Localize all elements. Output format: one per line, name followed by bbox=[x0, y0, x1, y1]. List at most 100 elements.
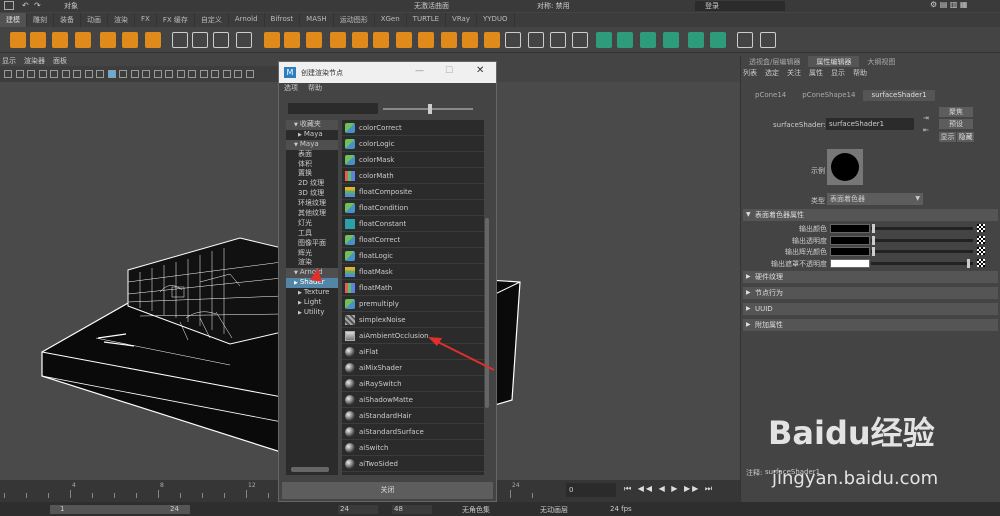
slider-handle[interactable] bbox=[967, 258, 970, 268]
playback-controls[interactable]: ⏮ ◀◀ ◀ ▶ ▶▶ ⏭ bbox=[624, 484, 714, 494]
fps-dropdown[interactable]: 24 fps bbox=[610, 505, 632, 513]
shelf-tool-icon[interactable] bbox=[75, 32, 91, 48]
node-item[interactable]: aiAmbientOcclusion bbox=[342, 328, 484, 344]
shelf-tab[interactable]: 自定义 bbox=[195, 13, 229, 27]
tree-item[interactable]: 辉光 bbox=[286, 249, 338, 259]
shelf-tool-icon[interactable] bbox=[710, 32, 726, 48]
node-item[interactable]: aiRaySwitch bbox=[342, 376, 484, 392]
anim-layer-dropdown[interactable]: 无动画层 bbox=[540, 505, 568, 515]
viewport-menu-item[interactable]: 显示 bbox=[2, 56, 16, 66]
search-input[interactable] bbox=[288, 103, 378, 114]
node-tab[interactable]: pCone14 bbox=[747, 90, 794, 101]
attr-slider[interactable] bbox=[871, 250, 973, 253]
viewport-menu-item[interactable]: 渲染器 bbox=[24, 56, 45, 66]
output-connection-icon[interactable]: ⇤ bbox=[923, 126, 929, 134]
map-button-icon[interactable] bbox=[977, 235, 985, 244]
editor-top-tab[interactable]: 透视盒/层编辑器 bbox=[741, 56, 808, 67]
viewport-tool-icon[interactable] bbox=[119, 70, 127, 78]
maximize-icon[interactable]: ☐ bbox=[445, 66, 453, 76]
tree-item[interactable]: 2D 纹理 bbox=[286, 179, 338, 189]
shelf-tool-icon[interactable] bbox=[688, 32, 704, 48]
save-icon[interactable] bbox=[4, 1, 14, 10]
shelf-tool-icon[interactable] bbox=[484, 32, 500, 48]
tree-category-header[interactable]: ▼ 收藏夹 bbox=[286, 120, 338, 130]
tree-item-selected[interactable]: ▶ Shader bbox=[286, 278, 338, 289]
tree-item[interactable]: ▶ Maya bbox=[286, 130, 338, 140]
render-mode-label[interactable]: 无激活曲面 bbox=[414, 1, 449, 11]
shelf-tab[interactable]: 运动图形 bbox=[334, 13, 375, 27]
tree-scrollbar[interactable] bbox=[291, 467, 329, 472]
attr-slider[interactable] bbox=[871, 261, 973, 265]
shelf-tab[interactable]: 装备 bbox=[54, 13, 81, 27]
node-tab[interactable]: surfaceShader1 bbox=[863, 90, 935, 101]
focus-button[interactable]: 聚焦 bbox=[939, 107, 973, 117]
viewport-tool-icon[interactable] bbox=[222, 70, 231, 78]
close-icon[interactable]: ✕ bbox=[476, 65, 484, 76]
attr-slider[interactable] bbox=[871, 227, 973, 230]
node-item[interactable]: colorCorrect bbox=[342, 120, 484, 136]
shelf-tool-icon[interactable] bbox=[330, 32, 346, 48]
shelf-tool-icon[interactable] bbox=[596, 32, 612, 48]
map-button-icon[interactable] bbox=[977, 247, 985, 255]
symmetry-label[interactable]: 对称: 禁用 bbox=[537, 1, 570, 11]
viewport-tool-icon[interactable] bbox=[96, 70, 104, 78]
tree-item[interactable]: ▶ Utility bbox=[286, 308, 338, 318]
range-slider[interactable]: 1 24 bbox=[50, 505, 190, 514]
type-dropdown[interactable]: 表面着色器 ▼ bbox=[827, 193, 923, 205]
section-collapsed[interactable]: ▶ 附加属性 bbox=[743, 319, 998, 331]
node-item[interactable]: aiSwitch bbox=[342, 440, 484, 456]
map-button-icon[interactable] bbox=[977, 258, 985, 267]
attr-menu-item[interactable]: 属性 bbox=[809, 68, 823, 79]
tree-item[interactable]: ▶ Texture bbox=[286, 288, 338, 298]
character-set-dropdown[interactable]: 无角色集 bbox=[462, 505, 490, 515]
minimize-icon[interactable]: — bbox=[415, 66, 424, 76]
shelf-tool-icon[interactable] bbox=[617, 32, 633, 48]
node-item[interactable]: floatCondition bbox=[342, 200, 484, 216]
shelf-tool-icon[interactable] bbox=[30, 32, 46, 48]
shelf-tool-icon[interactable] bbox=[100, 32, 116, 48]
shelf-tab[interactable]: FX 缓存 bbox=[157, 13, 195, 27]
shelf-tool-icon[interactable] bbox=[550, 32, 566, 48]
tree-item[interactable]: 工具 bbox=[286, 229, 338, 239]
shelf-tool-icon[interactable] bbox=[505, 32, 521, 48]
shelf-tool-icon[interactable] bbox=[760, 32, 776, 48]
shelf-tab[interactable]: Bifrost bbox=[265, 13, 301, 27]
tree-category-header[interactable]: ▼ Maya bbox=[286, 139, 338, 150]
viewport-tool-icon[interactable] bbox=[50, 70, 58, 78]
viewport-tool-icon[interactable] bbox=[188, 70, 196, 78]
viewport-tool-icon[interactable] bbox=[107, 70, 116, 78]
shelf-tab[interactable]: TURTLE bbox=[407, 13, 447, 27]
node-item[interactable]: colorLogic bbox=[342, 136, 484, 152]
section-collapsed[interactable]: ▶ 节点行为 bbox=[743, 287, 998, 299]
editor-top-tab[interactable]: 属性编辑器 bbox=[808, 56, 860, 67]
editor-top-tab[interactable]: 大纲视图 bbox=[859, 56, 903, 67]
viewport-tool-icon[interactable] bbox=[199, 70, 208, 78]
node-item[interactable]: aiFlat bbox=[342, 344, 484, 360]
node-item[interactable]: floatCorrect bbox=[342, 232, 484, 248]
tree-item[interactable]: 其他纹理 bbox=[286, 209, 338, 219]
shelf-tool-icon[interactable] bbox=[213, 32, 229, 48]
attr-menu-item[interactable]: 帮助 bbox=[853, 68, 867, 79]
shelf-tool-icon[interactable] bbox=[663, 32, 679, 48]
preset-button[interactable]: 预设 bbox=[939, 119, 973, 129]
undo-icon[interactable]: ↶ bbox=[22, 1, 29, 10]
viewport-tool-icon[interactable] bbox=[130, 70, 139, 78]
viewport-tool-icon[interactable] bbox=[73, 70, 81, 78]
shelf-tool-icon[interactable] bbox=[52, 32, 68, 48]
shelf-tab[interactable]: FX bbox=[135, 13, 157, 27]
tree-item[interactable]: 环境纹理 bbox=[286, 199, 338, 209]
viewport-tool-icon[interactable] bbox=[245, 70, 254, 78]
shelf-tab[interactable]: 雕刻 bbox=[27, 13, 54, 27]
node-item[interactable]: aiMixShader bbox=[342, 360, 484, 376]
shelf-tool-icon[interactable] bbox=[640, 32, 656, 48]
attr-menu-item[interactable]: 选定 bbox=[765, 68, 779, 79]
node-item[interactable]: floatMask bbox=[342, 264, 484, 280]
dialog-menu-item[interactable]: 选项 bbox=[284, 83, 298, 95]
attr-slider[interactable] bbox=[871, 238, 973, 242]
shelf-tool-icon[interactable] bbox=[737, 32, 753, 48]
shelf-tool-icon[interactable] bbox=[462, 32, 478, 48]
tree-item[interactable]: 置换 bbox=[286, 169, 338, 179]
shelf-tool-icon[interactable] bbox=[172, 32, 188, 48]
shelf-tool-icon[interactable] bbox=[373, 32, 389, 48]
tree-item[interactable]: 图像平面 bbox=[286, 239, 338, 249]
